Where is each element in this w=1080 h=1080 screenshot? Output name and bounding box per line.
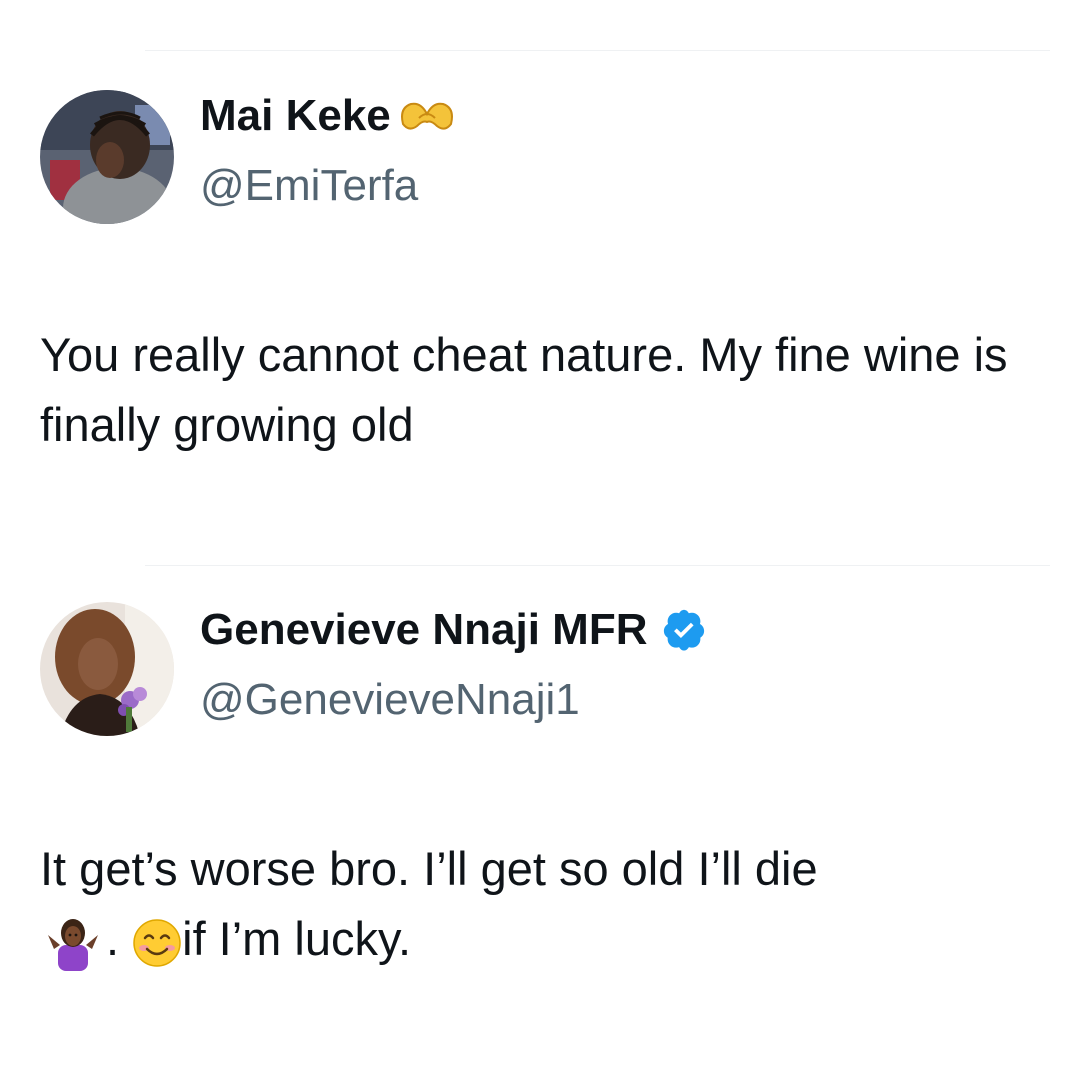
woman-shrugging-emoji-icon xyxy=(40,915,106,971)
top-divider xyxy=(145,50,1050,51)
display-name-label: Mai Keke xyxy=(200,91,391,140)
display-name[interactable]: Genevieve Nnaji MFR xyxy=(200,604,707,656)
handle[interactable]: @EmiTerfa xyxy=(200,160,418,212)
tweet-text-line: It get’s worse bro. I’ll get so old I’ll… xyxy=(40,842,818,895)
smiling-face-emoji-icon xyxy=(132,918,182,968)
tweet-text-tail: if I’m lucky. xyxy=(182,912,412,965)
avatar[interactable] xyxy=(40,602,174,736)
avatar-image xyxy=(40,602,174,736)
tweet-divider xyxy=(145,565,1050,566)
tweet-text-separator: . xyxy=(106,912,133,965)
display-name-label: Genevieve Nnaji MFR xyxy=(200,605,648,654)
heart-hands-emoji-icon xyxy=(397,98,457,134)
tweet-text: It get’s worse bro. I’ll get so old I’ll… xyxy=(40,834,1050,974)
avatar[interactable] xyxy=(40,90,174,224)
avatar-image xyxy=(40,90,174,224)
handle[interactable]: @GenevieveNnaji1 xyxy=(200,674,580,726)
tweet-text: You really cannot cheat nature. My fine … xyxy=(40,328,1008,451)
verified-badge-icon xyxy=(661,607,707,653)
display-name[interactable]: Mai Keke xyxy=(200,90,457,142)
